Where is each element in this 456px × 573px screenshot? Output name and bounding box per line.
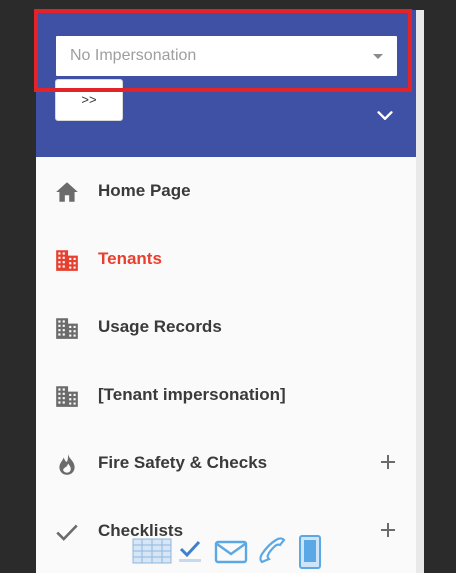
menu-item-label: Tenants [98, 249, 162, 268]
menu-item-label: [Tenant impersonation] [98, 385, 286, 404]
menu-header: No Impersonation >> [36, 10, 416, 157]
menu-item-label: Usage Records [98, 317, 222, 336]
building-icon [56, 386, 78, 407]
menu-item-label: Home Page [98, 181, 191, 200]
building-icon [56, 318, 78, 339]
menu-item-label: Fire Safety & Checks [98, 453, 268, 472]
impersonation-select-value: No Impersonation [70, 47, 197, 64]
plus-icon[interactable] [378, 520, 398, 540]
checkmark-logo-icon[interactable] [176, 539, 204, 565]
table-icon[interactable] [132, 538, 172, 564]
building-icon [56, 250, 78, 271]
impersonate-go-button[interactable]: >> [55, 79, 123, 121]
home-icon [56, 182, 78, 202]
menu-item-tenants[interactable]: Tenants [36, 225, 416, 293]
mobile-icon[interactable] [298, 535, 322, 569]
dropdown-arrow-icon [373, 54, 383, 59]
menu-item-home-page[interactable]: Home Page [36, 157, 416, 225]
scrollbar-track[interactable] [416, 10, 424, 573]
footer-icon-bar [130, 533, 330, 573]
impersonation-select[interactable]: No Impersonation [56, 36, 397, 76]
menu-item-usage-records[interactable]: Usage Records [36, 293, 416, 361]
check-icon [56, 524, 78, 541]
menu-item-fire-safety[interactable]: Fire Safety & Checks [36, 429, 416, 497]
fire-icon [59, 453, 75, 475]
side-menu-panel: No Impersonation >> Home Page Tenants Us… [36, 10, 416, 573]
menu-item-tenant-impersonation[interactable]: [Tenant impersonation] [36, 361, 416, 429]
phone-icon[interactable] [256, 535, 288, 567]
plus-icon[interactable] [378, 452, 398, 472]
chevron-down-icon[interactable] [374, 105, 396, 127]
envelope-icon[interactable] [214, 539, 248, 565]
